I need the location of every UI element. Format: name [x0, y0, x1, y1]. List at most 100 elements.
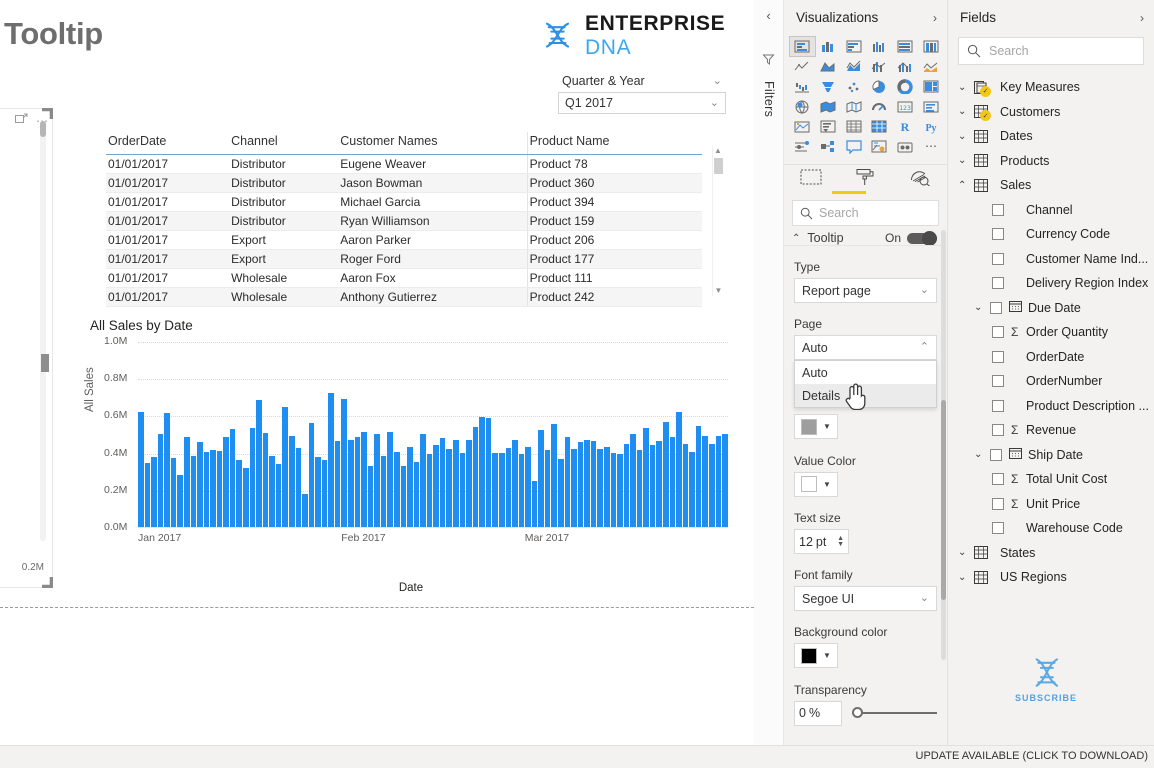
chevron-down-icon[interactable]: ⌄ [974, 302, 990, 313]
chart-bar[interactable] [361, 431, 367, 527]
field-checkbox[interactable] [992, 375, 1004, 388]
stacked-area-chart-icon[interactable] [841, 57, 866, 76]
chart-bar[interactable] [275, 463, 282, 527]
field-delivery-region-index[interactable]: Delivery Region Index [948, 271, 1154, 296]
fields-table-customers[interactable]: ⌄ ✓ Customers [948, 100, 1154, 125]
chevron-right-icon[interactable]: › [933, 11, 937, 25]
chart-bar[interactable] [544, 449, 551, 527]
chart-bar[interactable] [584, 439, 590, 527]
chevron-down-icon[interactable]: ▼ [823, 651, 831, 660]
table-column-header[interactable]: Customer Names [338, 132, 528, 155]
chevron-down-icon[interactable]: ⌄ [958, 547, 974, 558]
table-row[interactable]: 01/01/2017 Wholesale Aaron Fox Product 111 [106, 268, 702, 288]
area-chart-icon[interactable] [816, 57, 841, 76]
field-orderdate[interactable]: OrderDate [948, 345, 1154, 370]
chart-bar[interactable] [302, 493, 308, 527]
chart-bar[interactable] [492, 452, 498, 527]
tooltip-toggle-switch[interactable] [907, 230, 937, 245]
line-stacked-column-icon[interactable] [867, 57, 892, 76]
quarter-year-slicer[interactable]: Quarter & Year ⌄ Q1 2017 ⌄ [558, 72, 726, 114]
chart-bar[interactable] [151, 457, 157, 527]
chevron-down-icon[interactable]: ▼ [823, 422, 831, 431]
chart-bar[interactable] [387, 432, 393, 527]
chart-bar[interactable] [643, 428, 649, 527]
filters-pane-collapsed[interactable]: ‹ Filters [754, 0, 784, 745]
type-dropdown[interactable]: Report page ⌄ [794, 278, 937, 303]
chart-bars[interactable] [138, 342, 728, 528]
chart-bar[interactable] [328, 393, 334, 527]
visual-scrollbar-thumb[interactable] [40, 121, 46, 137]
field-checkbox[interactable] [990, 301, 1002, 314]
field-checkbox[interactable] [990, 448, 1002, 461]
pie-chart-icon[interactable] [867, 77, 892, 96]
field-product-description-[interactable]: Product Description ... [948, 394, 1154, 419]
donut-chart-icon[interactable] [893, 77, 918, 96]
chart-bar[interactable] [144, 462, 151, 527]
slicer-dropdown[interactable]: Q1 2017 ⌄ [558, 92, 726, 114]
kpi-icon[interactable] [790, 117, 815, 136]
chart-bar[interactable] [367, 466, 374, 527]
chart-bar[interactable] [708, 444, 715, 527]
chevron-right-icon[interactable]: › [1140, 11, 1144, 25]
chart-bar[interactable] [479, 417, 485, 527]
more-visuals-icon[interactable]: ⋯ [918, 137, 943, 156]
field-checkbox[interactable] [992, 399, 1004, 412]
visualizations-tab-strip[interactable] [784, 164, 947, 194]
chevron-down-icon[interactable]: ⌄ [920, 285, 929, 296]
field-checkbox[interactable] [992, 497, 1004, 510]
field-checkbox[interactable] [992, 203, 1004, 216]
field-checkbox[interactable] [992, 350, 1004, 363]
chart-bar[interactable] [439, 438, 446, 527]
chart-bar[interactable] [603, 447, 610, 527]
hundred-percent-stacked-column-icon[interactable] [918, 37, 943, 56]
fields-tree[interactable]: ⌄ ✓ Key Measures ⌄ ✓ Customers ⌄ Dates ⌄ Pr… [948, 75, 1154, 590]
treemap-icon[interactable] [918, 77, 943, 96]
field-checkbox[interactable] [992, 522, 1004, 535]
ribbon-chart-icon[interactable] [918, 57, 943, 76]
fields-search-input[interactable]: Search [958, 37, 1144, 65]
table-column-header[interactable]: Channel [229, 132, 339, 155]
chart-bar[interactable] [722, 434, 728, 527]
update-available-message[interactable]: UPDATE AVAILABLE (CLICK TO DOWNLOAD) [916, 750, 1148, 762]
field-checkbox[interactable] [992, 473, 1004, 486]
chart-bar[interactable] [170, 458, 177, 527]
field-ship-date[interactable]: ⌄ Ship Date [948, 443, 1154, 468]
field-unit-price[interactable]: Σ Unit Price [948, 492, 1154, 517]
key-influencers-icon[interactable] [790, 137, 815, 156]
fields-table-states[interactable]: ⌄ States [948, 541, 1154, 566]
chart-bar[interactable] [551, 423, 557, 527]
chart-bar[interactable] [282, 407, 288, 527]
chevron-down-icon[interactable]: ⌄ [958, 106, 974, 117]
chart-bar[interactable] [262, 432, 269, 527]
chart-bar[interactable] [157, 434, 164, 527]
field-revenue[interactable]: Σ Revenue [948, 418, 1154, 443]
chart-bar[interactable] [649, 445, 656, 527]
field-checkbox[interactable] [992, 252, 1004, 265]
chart-bar[interactable] [669, 437, 676, 527]
filled-map-icon[interactable] [816, 97, 841, 116]
table-scrollbar[interactable]: ▲ ▼ [712, 146, 723, 296]
chart-bar[interactable] [702, 435, 708, 527]
chart-bar[interactable] [308, 423, 315, 527]
focus-mode-icon[interactable] [15, 113, 28, 129]
stacked-bar-chart-icon[interactable] [789, 36, 816, 57]
chart-bar[interactable] [400, 465, 407, 527]
chart-bar[interactable] [334, 440, 341, 527]
all-sales-by-date-chart[interactable]: All Sales by Date All Sales 1.0M 0.8M 0.6M… [84, 318, 736, 594]
fields-pane[interactable]: Fields › Search ⌄ ✓ Key Measures ⌄ ✓ Cust… [948, 0, 1154, 745]
card-icon[interactable]: 123 [893, 97, 918, 116]
table-column-header[interactable]: Product Name [526, 132, 702, 155]
table-row[interactable]: 01/01/2017 Distributor Ryan Williamson Prod… [106, 211, 702, 231]
chart-bar[interactable] [715, 436, 722, 527]
field-due-date[interactable]: ⌄ Due Date [948, 296, 1154, 321]
clustered-column-chart-icon[interactable] [867, 37, 892, 56]
fields-table-products[interactable]: ⌄ Products [948, 149, 1154, 174]
chart-bar[interactable] [518, 453, 525, 527]
chart-bar[interactable] [597, 449, 603, 527]
field-customer-name-ind-[interactable]: Customer Name Ind... [948, 247, 1154, 272]
chart-bar[interactable] [564, 436, 571, 527]
stacked-column-chart-icon[interactable] [816, 37, 841, 56]
chart-bar[interactable] [472, 426, 479, 527]
table-row[interactable]: 01/01/2017 Distributor Jason Bowman Product… [106, 173, 702, 193]
visualizations-pane[interactable]: Visualizations › 123 R Py ⋯ Search ⌃ Toolti… [784, 0, 948, 745]
